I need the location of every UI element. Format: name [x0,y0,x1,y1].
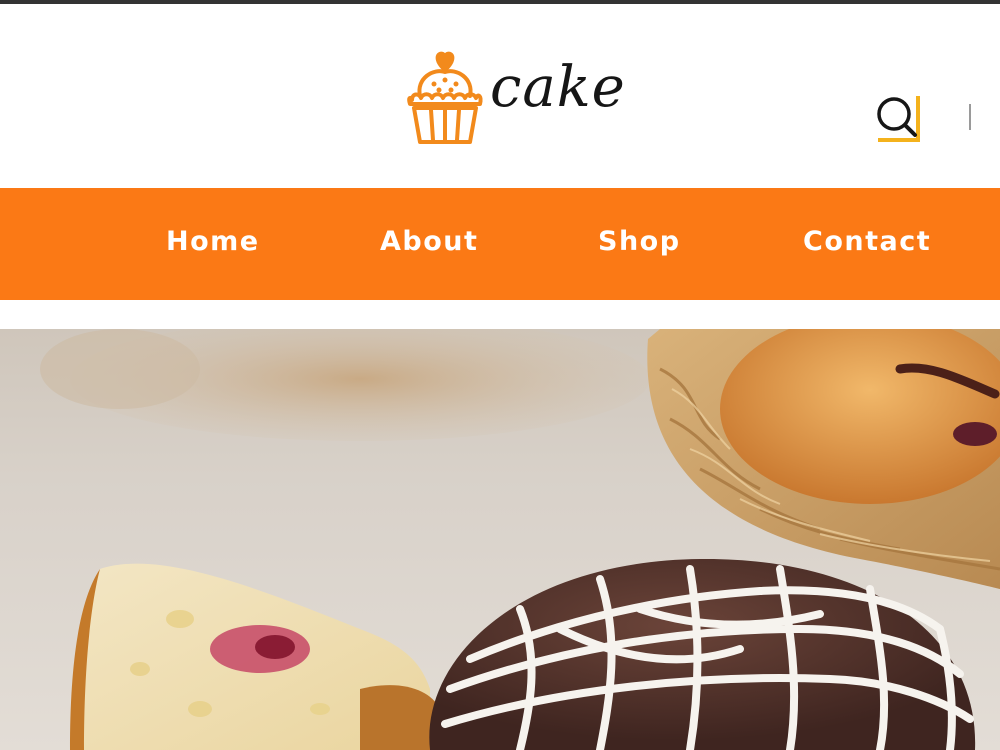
nav-item-contact[interactable]: Contact [803,228,931,255]
nav-item-about[interactable]: About [380,228,478,255]
brand-logo[interactable]: cake [404,48,634,148]
main-nav: Home About Shop Contact [0,188,1000,300]
header-divider [969,104,971,130]
search-icon [877,96,920,142]
hero-image [0,329,1000,750]
cupcake-icon [407,51,483,144]
brand-name: cake [490,55,626,120]
nav-item-home[interactable]: Home [166,228,260,255]
nav-item-shop[interactable]: Shop [598,228,681,255]
site-header: cake [0,4,1000,188]
search-button[interactable] [870,92,924,146]
